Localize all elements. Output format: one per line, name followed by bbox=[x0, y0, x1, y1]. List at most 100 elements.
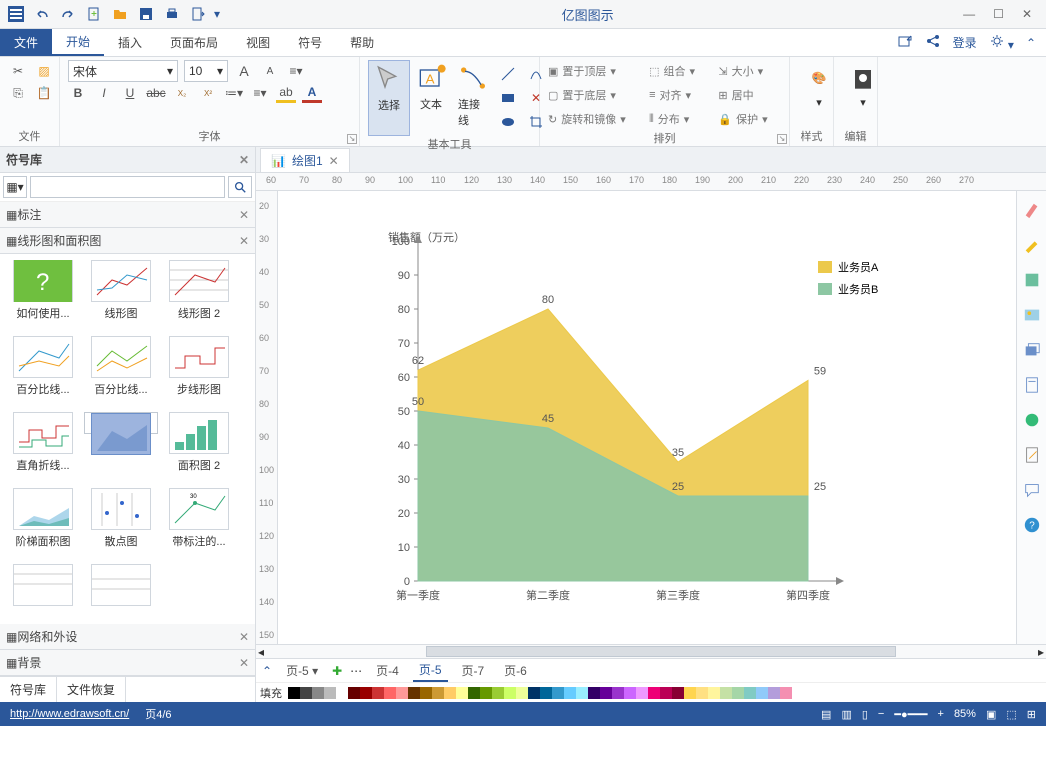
symbol-search-input[interactable] bbox=[30, 176, 225, 198]
share-icon[interactable] bbox=[897, 33, 913, 52]
gallery-item[interactable]: 面积图 2 bbox=[162, 412, 236, 482]
gallery-item[interactable] bbox=[84, 564, 158, 618]
minimize-button[interactable]: — bbox=[963, 7, 975, 21]
color-swatch[interactable] bbox=[588, 687, 600, 699]
ellipse-tool-icon[interactable] bbox=[498, 112, 518, 132]
page-tab-7[interactable]: 页-7 bbox=[456, 660, 491, 681]
color-swatch[interactable] bbox=[768, 687, 780, 699]
center-button[interactable]: ⊞ 居中 bbox=[718, 84, 781, 106]
settings-icon[interactable]: ▾ bbox=[989, 33, 1014, 52]
page-tab-6[interactable]: 页-6 bbox=[498, 660, 533, 681]
text-box-icon[interactable]: ≡▾ bbox=[286, 61, 306, 81]
size-button[interactable]: ⇲ 大小 ▾ bbox=[718, 60, 781, 82]
grow-font-icon[interactable]: A bbox=[234, 61, 254, 81]
color-swatch[interactable] bbox=[456, 687, 468, 699]
tab-view[interactable]: 视图 bbox=[232, 29, 284, 56]
close-doc-icon[interactable]: ✕ bbox=[329, 154, 339, 168]
color-swatch[interactable] bbox=[600, 687, 612, 699]
gallery-item[interactable]: 线形图 bbox=[84, 260, 158, 330]
gallery-item[interactable]: 阶梯面积图 bbox=[6, 488, 80, 558]
select-tool[interactable]: 选择 bbox=[368, 60, 410, 136]
undo-icon[interactable] bbox=[32, 4, 52, 24]
area-chart[interactable]: 销售额（万元）0102030405060708090100第一季度第二季度第三季… bbox=[338, 231, 978, 644]
view-present-icon[interactable]: ▯ bbox=[862, 708, 868, 721]
color-swatch[interactable] bbox=[612, 687, 624, 699]
close-pane-icon[interactable]: ✕ bbox=[239, 153, 249, 167]
rect-tool-icon[interactable] bbox=[498, 88, 518, 108]
gallery-item[interactable]: 散点图 bbox=[84, 488, 158, 558]
tab-help[interactable]: 帮助 bbox=[336, 29, 388, 56]
file-tab[interactable]: 文件 bbox=[0, 29, 52, 56]
document-tab[interactable]: 📊 绘图1 ✕ bbox=[260, 148, 350, 172]
paste-icon[interactable]: 📋 bbox=[34, 83, 54, 103]
grid-snap-icon[interactable]: ⊞ bbox=[1027, 708, 1036, 721]
vendor-url[interactable]: http://www.edrawsoft.cn/ bbox=[10, 708, 129, 720]
color-swatch[interactable] bbox=[708, 687, 720, 699]
underline-icon[interactable]: U bbox=[120, 83, 140, 103]
bold-icon[interactable]: B bbox=[68, 83, 88, 103]
canvas[interactable]: 销售额（万元）0102030405060708090100第一季度第二季度第三季… bbox=[278, 191, 1016, 644]
gallery-item[interactable]: 直角折线... bbox=[6, 412, 80, 482]
color-swatch[interactable] bbox=[348, 687, 360, 699]
color-swatch[interactable] bbox=[540, 687, 552, 699]
gallery-item[interactable]: 30带标注的... bbox=[162, 488, 236, 558]
help-tool-icon[interactable]: ? bbox=[1023, 516, 1041, 537]
page-tool-icon[interactable] bbox=[1023, 376, 1041, 397]
superscript-icon[interactable]: X² bbox=[198, 83, 218, 103]
color-swatch[interactable] bbox=[636, 687, 648, 699]
color-swatch[interactable] bbox=[480, 687, 492, 699]
color-swatch[interactable] bbox=[660, 687, 672, 699]
edit-tool-icon[interactable] bbox=[1023, 446, 1041, 467]
collapse-ribbon-icon[interactable]: ⌃ bbox=[1026, 36, 1036, 50]
section-linecharts[interactable]: ▦ 线形图和面积图✕ bbox=[0, 228, 255, 254]
collapse-pages-icon[interactable]: ⌃ bbox=[262, 664, 272, 678]
bring-front-button[interactable]: ▣ 置于顶层 ▾ bbox=[548, 60, 639, 82]
add-page-icon[interactable]: ✚ bbox=[332, 664, 342, 678]
export-icon[interactable] bbox=[188, 4, 208, 24]
format-painter-icon[interactable]: ▨ bbox=[34, 61, 54, 81]
color-swatch[interactable] bbox=[684, 687, 696, 699]
send-back-button[interactable]: ▢ 置于底层 ▾ bbox=[548, 84, 639, 106]
fit-page-icon[interactable]: ▣ bbox=[986, 708, 996, 721]
color-swatch[interactable] bbox=[516, 687, 528, 699]
font-size-select[interactable]: 10▾ bbox=[184, 60, 228, 82]
color-swatch[interactable] bbox=[624, 687, 636, 699]
page-menu-icon[interactable]: ⋯ bbox=[350, 664, 362, 678]
color-palette[interactable]: 填充 bbox=[256, 682, 1046, 702]
color-swatch[interactable] bbox=[432, 687, 444, 699]
search-button[interactable] bbox=[228, 176, 252, 198]
subscript-icon[interactable]: X₂ bbox=[172, 83, 192, 103]
layer-tool-icon[interactable] bbox=[1023, 341, 1041, 362]
distribute-button[interactable]: ⫴ 分布 ▾ bbox=[649, 108, 708, 130]
font-name-select[interactable]: 宋体▾ bbox=[68, 60, 178, 82]
globe-tool-icon[interactable] bbox=[1023, 411, 1041, 432]
new-icon[interactable] bbox=[84, 4, 104, 24]
login-link[interactable]: 登录 bbox=[953, 34, 977, 51]
color-swatch[interactable] bbox=[468, 687, 480, 699]
comment-tool-icon[interactable] bbox=[1023, 481, 1041, 502]
section-annotation[interactable]: ▦ 标注✕ bbox=[0, 202, 255, 228]
gallery-item[interactable]: 步线形图 bbox=[162, 336, 236, 406]
copy-icon[interactable]: ⎘ bbox=[8, 83, 28, 103]
font-color-icon[interactable]: A bbox=[302, 83, 322, 103]
share2-icon[interactable] bbox=[925, 33, 941, 52]
protect-button[interactable]: 🔒 保护 ▾ bbox=[718, 108, 781, 130]
color-swatch[interactable] bbox=[396, 687, 408, 699]
color-tool-icon[interactable] bbox=[1023, 271, 1041, 292]
open-icon[interactable] bbox=[110, 4, 130, 24]
tab-start[interactable]: 开始 bbox=[52, 29, 104, 56]
highlight-icon[interactable]: ab bbox=[276, 83, 296, 103]
color-swatch[interactable] bbox=[300, 687, 312, 699]
gallery-item[interactable]: 线形图 2 bbox=[162, 260, 236, 330]
image-tool-icon[interactable] bbox=[1023, 306, 1041, 327]
color-swatch[interactable] bbox=[564, 687, 576, 699]
bullets-icon[interactable]: ≔▾ bbox=[224, 83, 244, 103]
gallery-item[interactable] bbox=[6, 564, 80, 618]
save-icon[interactable] bbox=[136, 4, 156, 24]
color-swatch[interactable] bbox=[756, 687, 768, 699]
rotate-button[interactable]: ↻ 旋转和镜像 ▾ bbox=[548, 108, 639, 130]
line-spacing-icon[interactable]: ≡▾ bbox=[250, 83, 270, 103]
color-swatch[interactable] bbox=[288, 687, 300, 699]
app-menu-icon[interactable] bbox=[6, 4, 26, 24]
page-dropdown[interactable]: 页-5 ▾ bbox=[280, 660, 324, 681]
